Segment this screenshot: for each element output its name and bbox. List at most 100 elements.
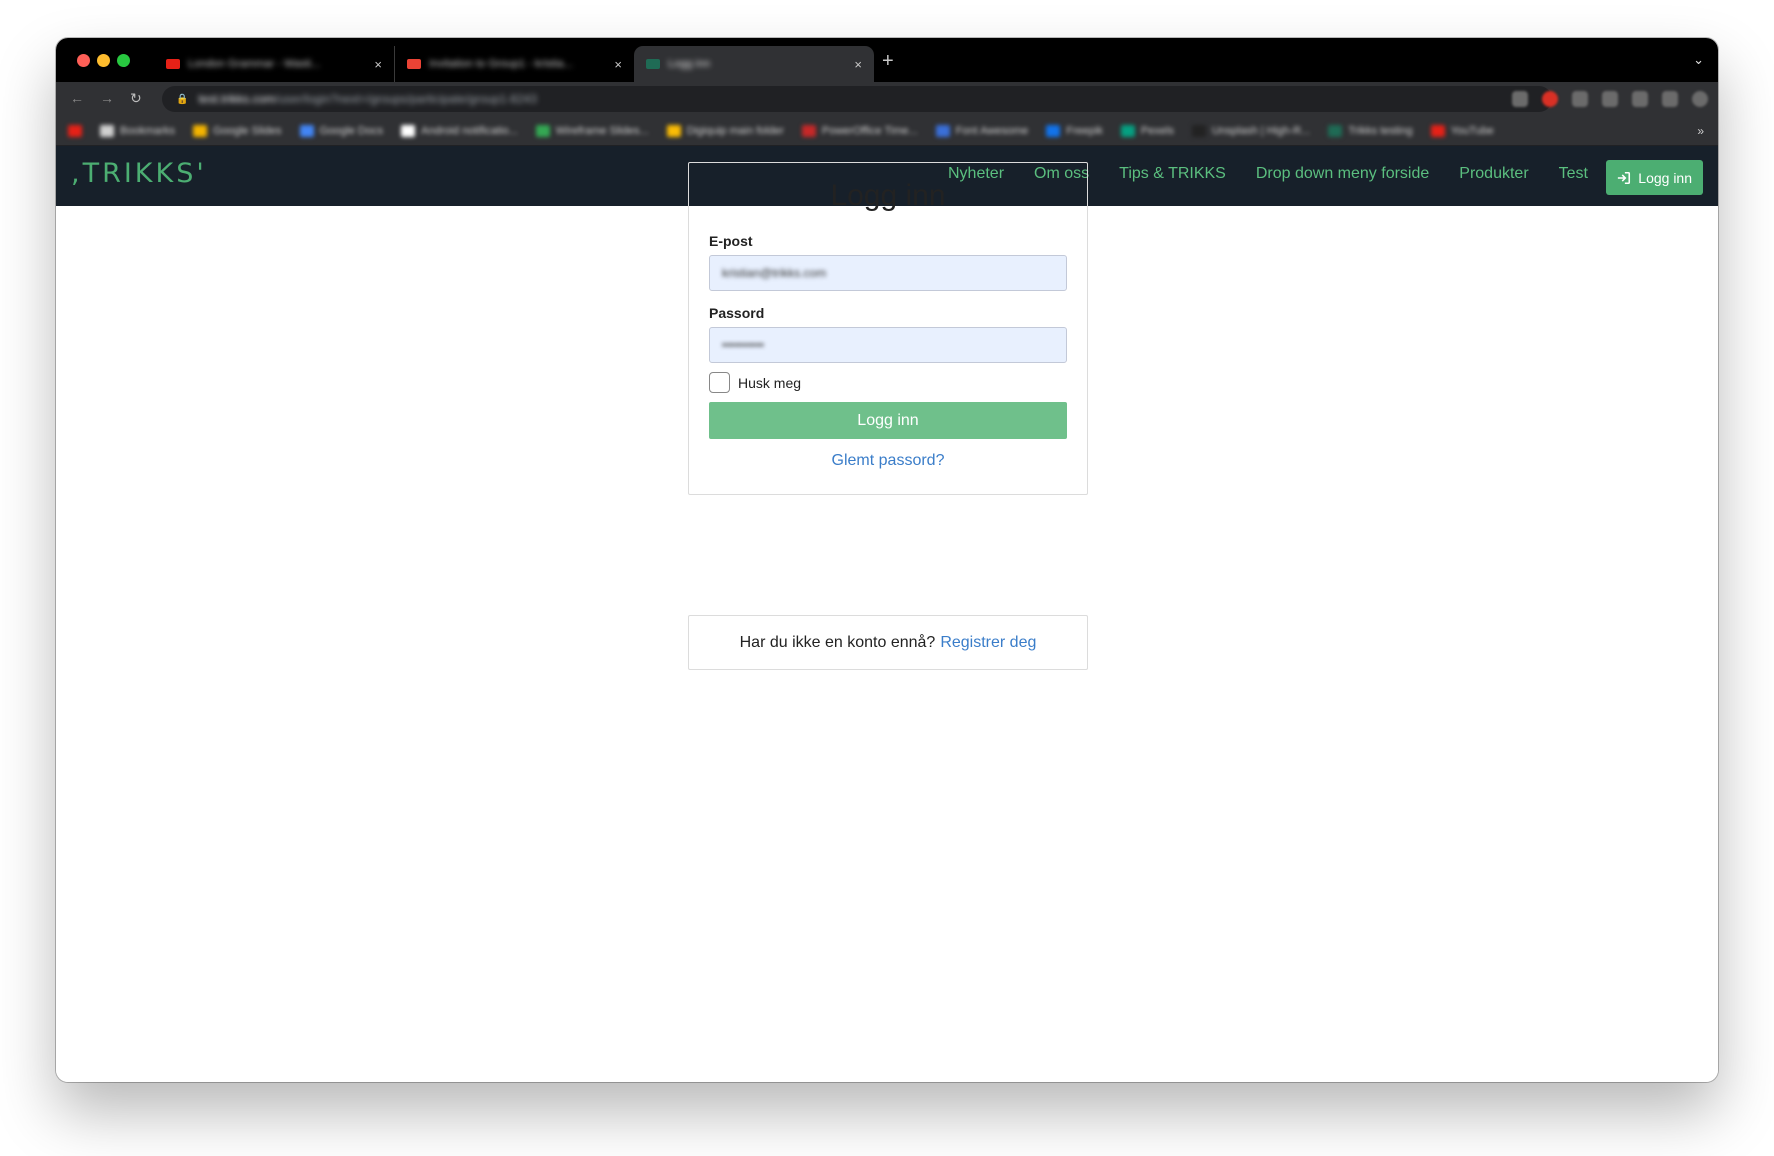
bookmark-label: Pexels — [1140, 124, 1174, 137]
youtube-favicon-icon — [166, 59, 180, 69]
login-submit-button[interactable]: Logg inn — [709, 402, 1067, 439]
extension-icon[interactable] — [1602, 91, 1618, 107]
bookmark-favicon-icon — [1328, 124, 1343, 137]
tab-close-icon[interactable]: × — [614, 57, 622, 72]
address-bar[interactable]: 🔒 test.trikks.com/user/login?next=/group… — [162, 86, 1552, 112]
bookmark-item[interactable]: Trikks testing — [1328, 124, 1413, 137]
extension-icon[interactable] — [1542, 91, 1558, 107]
bookmark-label: Unsplash | High-R... — [1211, 124, 1311, 137]
login-title: Logg inn — [830, 179, 946, 212]
register-card: Har du ikke en konto ennå? Registrer deg — [688, 615, 1088, 670]
tab-title: Logg inn — [668, 58, 711, 70]
bookmark-favicon-icon — [401, 124, 416, 137]
bookmark-label: YouTube — [1450, 124, 1494, 137]
browser-toolbar: ← → ↻ 🔒 test.trikks.com/user/login?next=… — [56, 82, 1718, 116]
bookmark-favicon-icon — [68, 124, 82, 137]
bookmark-item[interactable] — [68, 124, 82, 137]
nav-link-produkter[interactable]: Produkter — [1459, 165, 1528, 183]
nav-link-tips-trikks[interactable]: Tips & TRIKKS — [1119, 165, 1226, 183]
bookmarks-overflow-icon[interactable]: » — [1697, 124, 1704, 138]
bookmark-favicon-icon — [666, 124, 681, 137]
bookmark-item[interactable]: Wireframe Slides... — [535, 124, 649, 137]
zoom-window-button[interactable] — [117, 54, 130, 67]
nav-link-drop-down-meny[interactable]: Drop down meny forside — [1256, 165, 1429, 183]
bookmark-favicon-icon — [801, 124, 816, 137]
reload-icon[interactable]: ↻ — [130, 90, 142, 107]
web-page: ,TRIKKS' Nyheter Om oss Tips & TRIKKS Dr… — [56, 146, 1718, 1082]
bookmark-label: Google Slides — [213, 124, 282, 137]
bookmark-item[interactable]: Font Awesome — [935, 124, 1029, 137]
bookmark-label: Digiquip main folder — [686, 124, 784, 137]
gmail-favicon-icon — [407, 59, 421, 69]
tab-strip: London Grammar - Wasti... × Invitation t… — [56, 38, 1718, 82]
bookmark-label: Font Awesome — [955, 124, 1029, 137]
browser-tab[interactable]: Invitation to Group1 - kristia... × — [394, 46, 634, 82]
bookmark-label: Bookmarks — [120, 124, 176, 137]
password-label: Passord — [709, 305, 765, 321]
extension-icon[interactable] — [1572, 91, 1588, 107]
bookmark-favicon-icon — [100, 124, 114, 137]
back-arrow-icon[interactable]: ← — [70, 90, 84, 106]
bookmark-favicon-icon — [1191, 124, 1206, 137]
password-field[interactable]: •••••••••• — [709, 327, 1067, 363]
bookmark-favicon-icon — [1430, 124, 1445, 137]
bookmark-item[interactable]: PowerOffice Time... — [801, 124, 918, 137]
remember-me-checkbox[interactable] — [709, 372, 730, 393]
bookmark-item[interactable]: Pexels — [1120, 124, 1174, 137]
register-link[interactable]: Registrer deg — [940, 634, 1036, 652]
profile-avatar-icon[interactable] — [1692, 91, 1708, 107]
forgot-password-link[interactable]: Glemt passord? — [709, 452, 1067, 470]
tab-close-icon[interactable]: × — [374, 57, 382, 72]
tab-search-chevron-icon[interactable]: ⌄ — [1693, 52, 1704, 68]
email-value: kristian@trikks.com — [722, 266, 827, 280]
minimize-window-button[interactable] — [97, 54, 110, 67]
bookmarks-bar: Bookmarks Google Slides Google Docs Andr… — [56, 116, 1718, 146]
navbar-login-label: Logg inn — [1638, 169, 1692, 186]
bookmark-favicon-icon — [1046, 124, 1061, 137]
browser-tab[interactable]: London Grammar - Wasti... × — [154, 46, 394, 82]
remember-me-label[interactable]: Husk meg — [738, 375, 801, 391]
tab-title: London Grammar - Wasti... — [188, 58, 321, 70]
bookmark-label: PowerOffice Time... — [821, 124, 918, 137]
login-card: Logg inn E-post kristian@trikks.com Pass… — [688, 162, 1088, 495]
sign-in-icon — [1618, 171, 1631, 184]
tab-close-icon[interactable]: × — [854, 57, 862, 72]
bookmark-item[interactable]: Digiquip main folder — [666, 124, 784, 137]
password-value: •••••••••• — [722, 338, 765, 352]
extension-icon[interactable] — [1632, 91, 1648, 107]
bookmark-favicon-icon — [1120, 124, 1135, 137]
extension-icon[interactable] — [1512, 91, 1528, 107]
close-window-button[interactable] — [77, 54, 90, 67]
bookmark-label: Android notificatio... — [421, 124, 518, 137]
bookmark-favicon-icon — [535, 124, 550, 137]
new-tab-plus-icon[interactable]: + — [882, 50, 894, 73]
trikks-favicon-icon — [646, 59, 660, 69]
bookmark-favicon-icon — [935, 124, 950, 137]
nav-link-test[interactable]: Test — [1559, 165, 1588, 183]
remember-me-row: Husk meg — [709, 372, 1067, 393]
navbar-login-button[interactable]: Logg inn — [1606, 160, 1703, 195]
bookmark-item[interactable]: Unsplash | High-R... — [1191, 124, 1311, 137]
forward-arrow-icon[interactable]: → — [100, 90, 114, 106]
trikks-logo[interactable]: ,TRIKKS' — [71, 158, 207, 189]
bookmark-item[interactable]: Freepik — [1046, 124, 1103, 137]
bookmark-favicon-icon — [299, 124, 314, 137]
bookmark-item[interactable]: YouTube — [1430, 124, 1494, 137]
email-label: E-post — [709, 233, 753, 249]
extension-icon[interactable] — [1662, 91, 1678, 107]
browser-tab-active[interactable]: Logg inn × — [634, 46, 874, 82]
register-prompt: Har du ikke en konto ennå? — [739, 633, 936, 651]
email-field[interactable]: kristian@trikks.com — [709, 255, 1067, 291]
extension-icons — [1512, 91, 1708, 107]
bookmark-item[interactable]: Google Slides — [193, 124, 282, 137]
tab-title: Invitation to Group1 - kristia... — [429, 58, 573, 70]
bookmark-item[interactable]: Google Docs — [299, 124, 384, 137]
bookmark-item[interactable]: Android notificatio... — [401, 124, 518, 137]
bookmark-favicon-icon — [193, 124, 208, 137]
bookmark-item[interactable]: Bookmarks — [100, 124, 176, 137]
bookmark-label: Trikks testing — [1348, 124, 1413, 137]
url-text: test.trikks.com/user/login?next=/groups/… — [198, 92, 537, 106]
bookmark-label: Wireframe Slides... — [555, 124, 649, 137]
bookmark-label: Google Docs — [319, 124, 384, 137]
bookmark-label: Freepik — [1066, 124, 1103, 137]
